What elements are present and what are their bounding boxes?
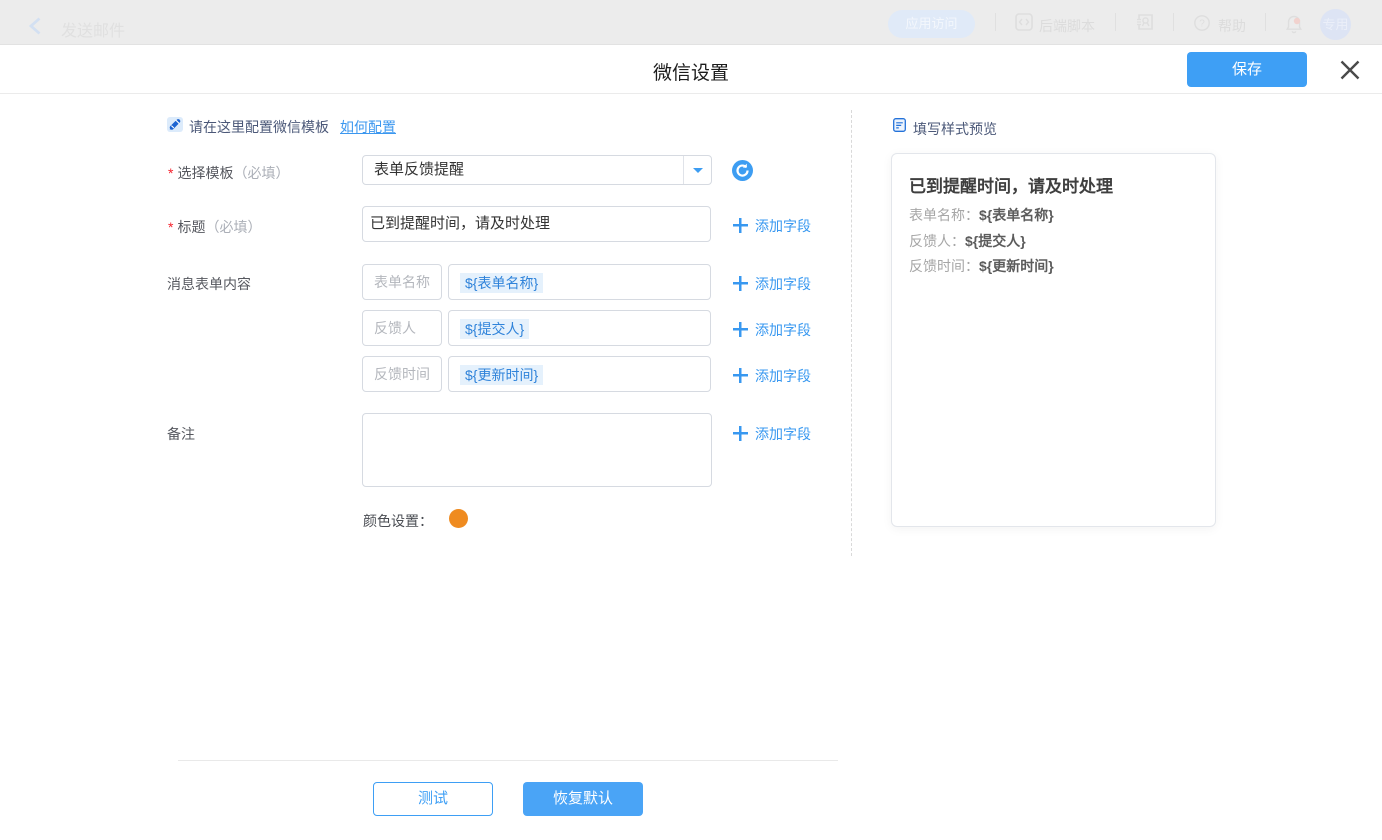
svg-text:?: ? [1199, 19, 1205, 30]
